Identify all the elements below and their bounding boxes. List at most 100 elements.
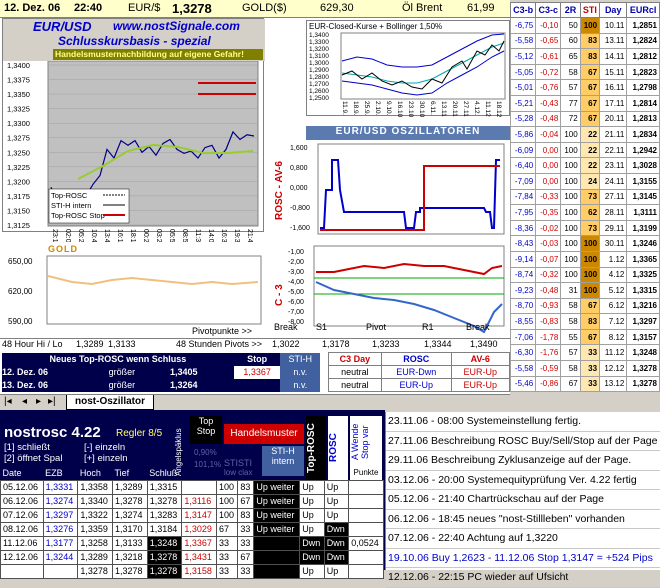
- rt-cell: 22: [579, 157, 601, 174]
- main-chart: EUR/USD www.nostSignale.com Schlusskursb…: [2, 18, 265, 247]
- bt-cell: Dwn: [323, 549, 350, 565]
- boll-x-tick: 27.11.: [462, 101, 469, 117]
- bt-cell: 1,3358: [77, 479, 114, 495]
- rt-cell: 100: [560, 204, 581, 221]
- bt-cell: 1,3283: [146, 507, 183, 523]
- rt-row: -7,95 -0,35 100 62 28.11 1,3111: [509, 204, 660, 221]
- bt-cell: 83: [237, 507, 255, 523]
- opt1b[interactable]: [-] einzeln: [84, 442, 125, 453]
- bt-cell: 05.12.06: [0, 479, 44, 495]
- gold-y-tick: 650,00: [8, 257, 33, 266]
- rt-cell: 1,2942: [626, 141, 660, 159]
- rt-cell: 28.11: [599, 204, 628, 221]
- c3-header: C3 Day: [327, 352, 383, 366]
- opt1[interactable]: [1] schließt: [4, 442, 50, 453]
- bt-cell: 1,3297: [42, 507, 79, 523]
- main-y-tick: 1,3400: [7, 61, 30, 70]
- legend-top-rosc: Top-ROSC: [51, 191, 88, 200]
- rt-cell: 100: [560, 188, 581, 206]
- rt-cell: 100: [560, 157, 581, 174]
- tab-last-arrow[interactable]: ▸|: [48, 396, 56, 407]
- tab-next-arrow[interactable]: ▸: [36, 396, 41, 407]
- tab-nost-oszillator[interactable]: nost-Oszillator: [66, 395, 155, 410]
- rt-cell: 29.11: [599, 219, 628, 237]
- rt-row: -7,06 -1,78 55 67 8.12 1,3157: [509, 328, 660, 346]
- rt-cell: -7,95: [509, 204, 537, 221]
- bt-cell: 07.12.06: [0, 507, 44, 523]
- signal-date-0: 12. Dez. 06: [2, 365, 109, 379]
- rt-cell: -5,01: [509, 79, 537, 96]
- state-rosc-1: EUR-Up: [381, 378, 452, 392]
- bt-cell: 67: [237, 549, 255, 565]
- rt-cell: 1,2851: [626, 17, 660, 34]
- rt-row: -6,40 0,00 100 22 23.11 1,3028: [509, 157, 660, 174]
- rt-cell: 10.11: [599, 17, 628, 34]
- bollinger-x-axis: 11.9. 18.9. 25.9. 2.10. 9.10. 16.10. 23.10. 30.…: [341, 101, 502, 117]
- rt-cell: -0,48: [535, 110, 562, 128]
- rt-row: -6,30 -1,76 57 33 11.12 1,3248: [509, 344, 660, 362]
- bt-cell: Dwn: [299, 549, 325, 565]
- rt-cell: 50: [560, 17, 581, 34]
- bt-cell: 1,3289: [112, 479, 148, 495]
- bt-cell: 08.12.06: [0, 521, 44, 537]
- rosc-y-tick: -0,800: [290, 205, 310, 212]
- rt-header: EURcl: [626, 2, 660, 18]
- wende-header: A Wende Stop var: [350, 416, 382, 468]
- rt-cell: 1,2834: [626, 126, 660, 143]
- bt-cell: Dwn: [323, 535, 350, 551]
- rt-cell: 62: [579, 204, 601, 221]
- boll-y-tick: 1,3100: [309, 53, 329, 60]
- bt-cell: 1,3133: [112, 535, 148, 551]
- rt-cell: -0,02: [535, 219, 562, 237]
- c3-y-tick: -4,00: [288, 279, 304, 286]
- opt2[interactable]: [2] öffnet Spal: [4, 453, 62, 464]
- signal-stop-1: [233, 378, 281, 392]
- bt-header: Tief: [114, 467, 130, 478]
- boll-x-tick: 6.11.: [429, 101, 436, 115]
- bt-cell: [348, 549, 384, 565]
- rt-cell: -5,05: [509, 63, 537, 81]
- boll-x-tick: 16.10.: [396, 101, 403, 117]
- boll-x-tick: 11.12.: [484, 101, 491, 117]
- bt-cell: 33: [216, 549, 239, 565]
- bt-cell: 11.12.06: [0, 535, 44, 551]
- main-y-tick: 1,3250: [7, 148, 30, 157]
- tab-first-arrow[interactable]: |◂: [4, 396, 12, 407]
- rt-row: -7,09 0,00 100 24 24.11 1,3155: [509, 172, 660, 190]
- top-status-bar: 12. Dez. 06 22:40 EUR/$ 1,3278 GOLD($) 6…: [0, 0, 510, 18]
- legend-sti: STI-H intern: [51, 201, 91, 210]
- oil-label: Öl Brent: [402, 2, 443, 14]
- boll-x-tick: 13.11.: [440, 101, 447, 117]
- bt-cell: 1,3244: [42, 549, 79, 565]
- boll-x-tick: 18.12.: [495, 101, 502, 117]
- rt-cell: 12.12: [599, 360, 628, 377]
- rt-cell: 83: [579, 32, 601, 50]
- bt-row: 07.12.06 1,3297 1,3322 1,3274 1,3283 1,3147 10…: [0, 507, 384, 523]
- rt-row: -5,58 -0,65 60 83 13.11 1,2824: [509, 32, 660, 50]
- bt-row: 1,3278 1,3278 1,3278 1,3158 33 33 Up Up: [0, 563, 384, 579]
- opt2b[interactable]: [+] einzeln: [84, 453, 128, 464]
- log-entry: 19.10.06 Buy 1,2623 - 11.12.06 Stop 1,31…: [386, 549, 660, 568]
- bt-cell: Up weiter: [253, 521, 301, 537]
- bt-cell: [42, 563, 79, 579]
- rt-cell: 0,00: [535, 157, 562, 174]
- rt-cell: 33: [579, 360, 601, 377]
- gold-label: GOLD($): [242, 2, 287, 14]
- rt-cell: 73: [579, 188, 601, 206]
- boll-y-tick: 1,2500: [309, 95, 329, 102]
- bt-cell: 1,3147: [181, 507, 218, 523]
- bt-cell: 33: [237, 521, 255, 537]
- signal-cmp-0: größer: [108, 365, 170, 379]
- bt-cell: 33: [237, 535, 255, 551]
- bt-cell: [253, 563, 301, 579]
- state-c3-0: neutral: [327, 365, 383, 379]
- bt-cell: 12.12.06: [0, 549, 44, 565]
- oil-value: 61,99: [467, 2, 495, 14]
- tab-prev-arrow[interactable]: ◂: [22, 396, 27, 407]
- boll-x-tick: 20.11.: [451, 101, 458, 117]
- bt-cell: Up: [323, 563, 350, 579]
- rt-cell: 27.11: [599, 188, 628, 206]
- signal-val-1: 1,3264: [169, 378, 234, 392]
- rt-cell: -5,28: [509, 110, 537, 128]
- c3-y-tick: -7,00: [288, 309, 304, 316]
